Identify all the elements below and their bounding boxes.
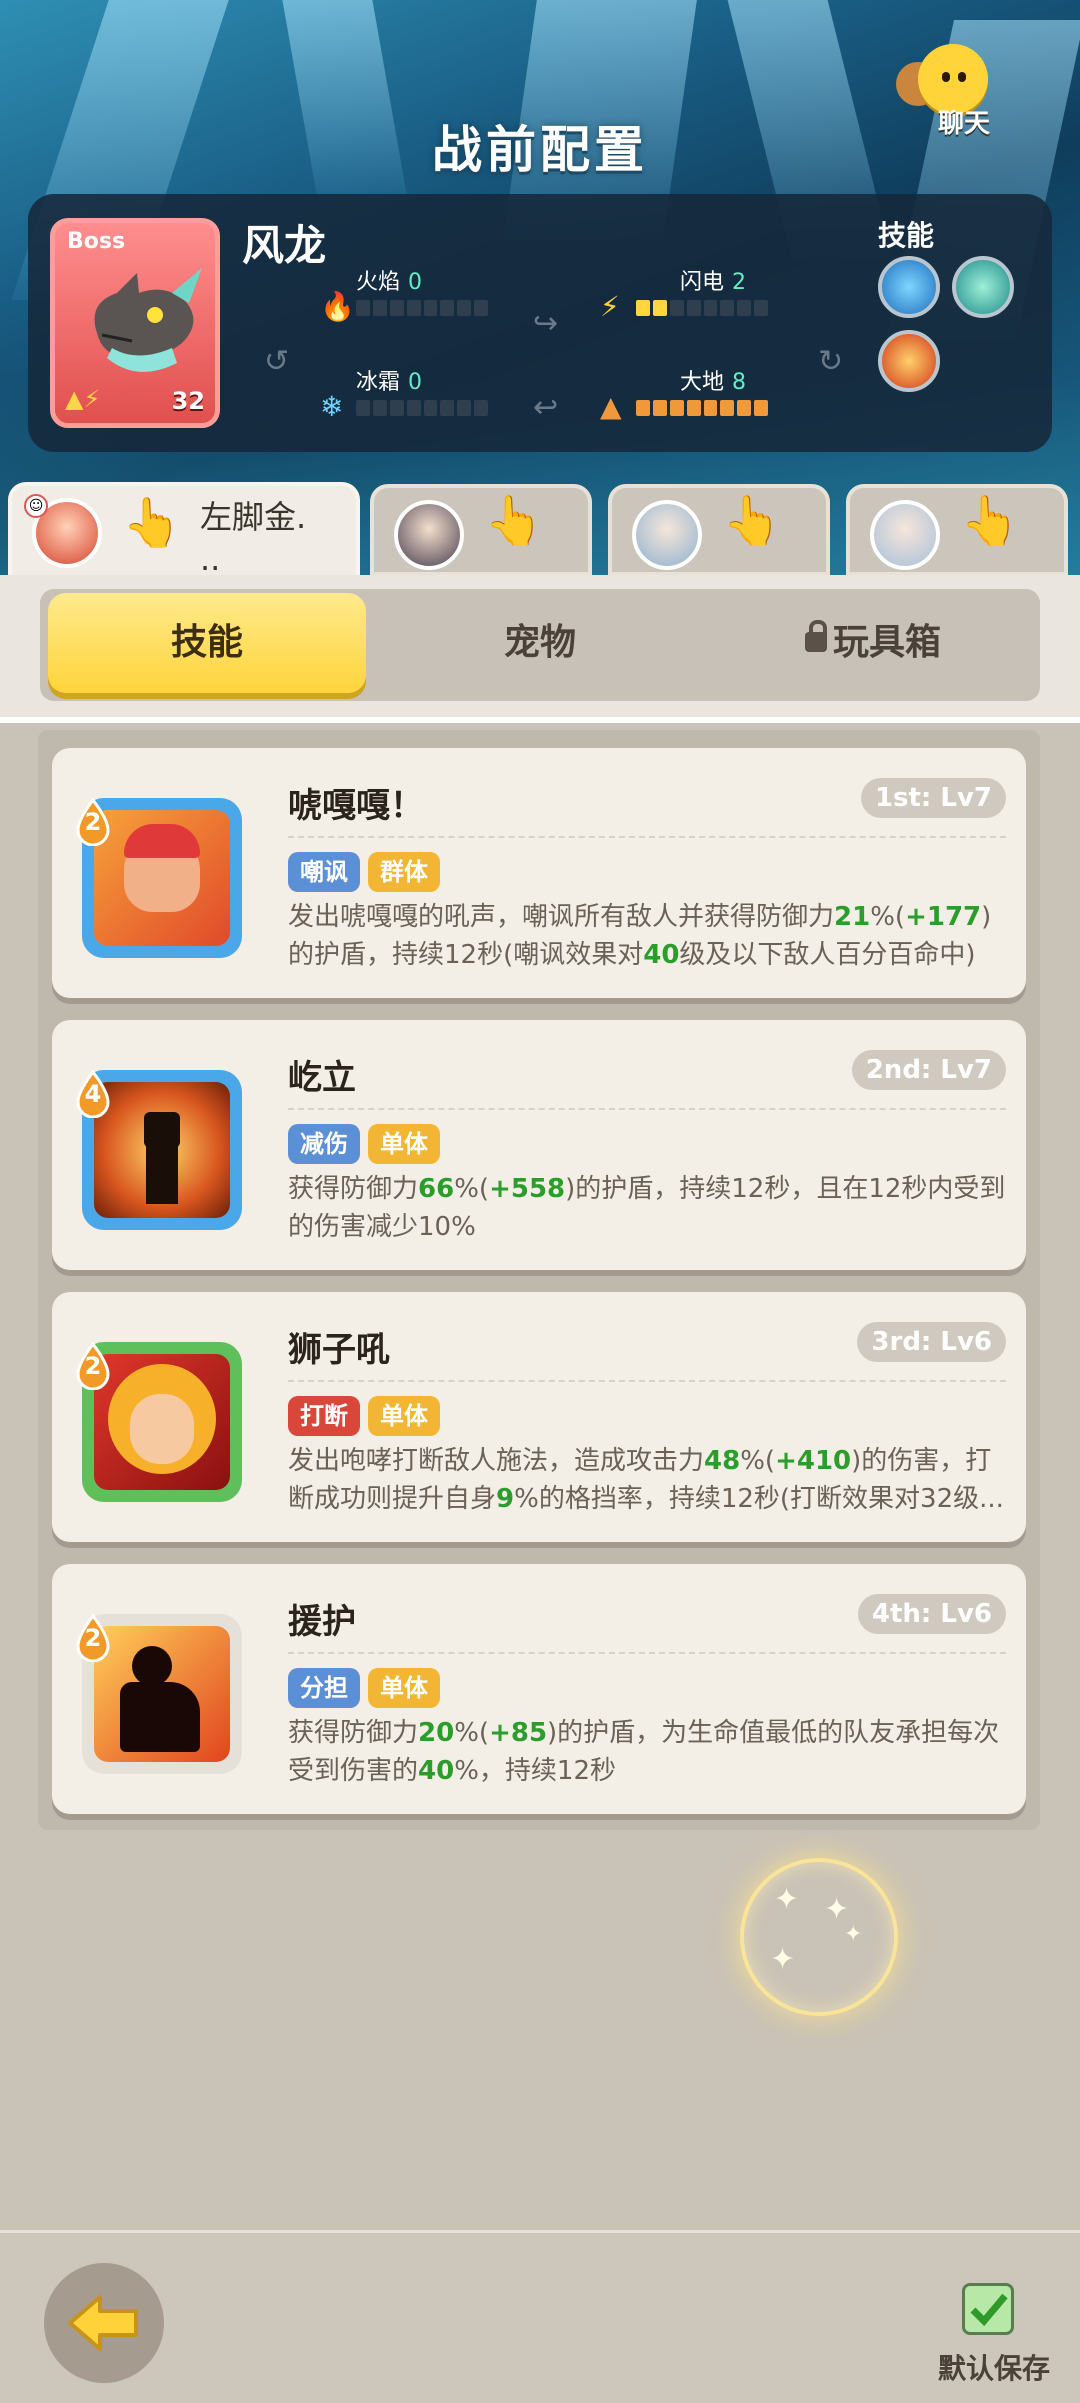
sparkle-effect[interactable]: ✦ ✦ ✦ ✦: [740, 1858, 898, 2016]
skill-tag: 单体: [368, 1124, 440, 1164]
roar-skill-icon: [94, 810, 230, 946]
skill-name: 唬嘎嘎！: [288, 786, 424, 826]
swap-arrow-icon: ↩: [533, 390, 559, 425]
skill-level: 2nd: Lv7: [851, 1050, 1006, 1090]
sparkle-star-icon: ✦: [844, 1922, 863, 1947]
skill-tag: 减伤: [288, 1124, 360, 1164]
skill-cost: 4: [84, 1080, 102, 1108]
tab-pet[interactable]: 宠物: [381, 593, 699, 693]
skill-card-1[interactable]: 2 唬嘎嘎！ 1st: Lv7 嘲讽 群体 发出唬嘎嘎的吼声，嘲讽所有敌人并获得…: [52, 748, 1026, 998]
boss-element-icons: ▲⚡: [65, 385, 101, 413]
tap-hand-icon: 👆: [722, 493, 782, 549]
chat-label: 聊天: [937, 109, 990, 139]
stat-fire-label: 火焰: [356, 270, 401, 295]
stat-earth-bar: [636, 400, 768, 416]
default-save-label: 默认保存: [937, 2352, 1050, 2385]
skill-card-3[interactable]: 2 狮子吼 3rd: Lv6 打断 单体 发出咆哮打断敌人施法，造成攻击力48%…: [52, 1292, 1026, 1542]
snowflake-icon: ❄: [320, 390, 344, 423]
skill-name: 狮子吼: [288, 1330, 390, 1370]
skill-cost: 2: [84, 1352, 102, 1380]
stat-fire-bar: [356, 300, 488, 316]
ice-skill-icon[interactable]: [878, 256, 940, 318]
stat-frost-bar: [356, 400, 488, 416]
stat-earth-label: 大地: [680, 370, 725, 395]
skill-list: 2 唬嘎嘎！ 1st: Lv7 嘲讽 群体 发出唬嘎嘎的吼声，嘲讽所有敌人并获得…: [38, 730, 1040, 1830]
protect-skill-icon: [94, 1626, 230, 1762]
wind-skill-icon[interactable]: [952, 256, 1014, 318]
skill-tag: 分担: [288, 1668, 360, 1708]
tab-skill[interactable]: 技能: [48, 593, 366, 693]
skill-level: 3rd: Lv6: [857, 1322, 1006, 1362]
hero-tab-2[interactable]: 👆: [370, 484, 592, 576]
lightning-icon: ⚡: [600, 290, 620, 323]
skill-name: 屹立: [288, 1058, 356, 1098]
skill-tag: 单体: [368, 1396, 440, 1436]
boss-skills-label: 技能: [877, 219, 934, 252]
tab-toybox-label: 玩具箱: [832, 622, 941, 663]
swap-arrow-icon: ↺: [264, 344, 290, 379]
stat-frost-label: 冰霜: [356, 370, 401, 395]
stand-firm-skill-icon: [94, 1082, 230, 1218]
skill-card-4[interactable]: 2 援护 4th: Lv6 分担 单体 获得防御力20%(+85)的护盾，为生命…: [52, 1564, 1026, 1814]
swap-arrow-icon: ↻: [818, 344, 844, 379]
skill-level: 1st: Lv7: [860, 778, 1006, 818]
skill-tag: 群体: [368, 852, 440, 892]
default-save-checkbox[interactable]: [962, 2283, 1014, 2335]
tap-hand-icon: 👆: [484, 493, 544, 549]
skill-description: 获得防御力66%(+558)的护盾，持续12秒，且在12秒内受到的伤害减少10%: [288, 1174, 1006, 1242]
hero-class-badge-icon: ☺: [24, 494, 48, 518]
skill-description: 发出咆哮打断敌人施法，造成攻击力48%(+410)的伤害，打断成功则提升自身9%…: [288, 1446, 1004, 1514]
skill-cost: 2: [84, 1624, 102, 1652]
boss-info-panel: Boss ▲⚡ 32 风龙 🔥 火焰 0 ⚡ 闪电 2 ❄ 冰霜 0 ▲ 大地 8 ↪ …: [28, 194, 1052, 452]
back-arrow-icon: [68, 2295, 138, 2351]
skill-tag: 打断: [288, 1396, 360, 1436]
tap-hand-icon: 👆: [960, 493, 1020, 549]
hero-avatar: [632, 500, 702, 570]
dragon-portrait-icon: [94, 268, 202, 372]
hero-tab-4[interactable]: 👆: [846, 484, 1068, 576]
fire-skill-icon[interactable]: [878, 330, 940, 392]
skill-description: 获得防御力20%(+85)的护盾，为生命值最低的队友承担每次受到伤害的40%，持…: [288, 1718, 1000, 1786]
hero-name: 左脚金. ..: [200, 498, 307, 578]
fire-icon: 🔥: [320, 290, 355, 323]
skill-tag: 嘲讽: [288, 852, 360, 892]
swap-arrow-icon: ↪: [533, 306, 559, 341]
boss-tag: Boss: [67, 229, 126, 254]
chat-button[interactable]: 聊天: [884, 44, 1004, 144]
hero-tab-1[interactable]: ☺ 👆 左脚金. ..: [8, 482, 360, 582]
stat-lightning-bar: [636, 300, 768, 316]
stat-frost-value: 0: [408, 370, 423, 395]
stat-lightning-value: 2: [732, 270, 747, 295]
hero-avatar: [870, 500, 940, 570]
hero-avatar: [394, 500, 464, 570]
category-tab-strip: 技能 宠物 玩具箱: [0, 575, 1080, 723]
boss-portrait-card[interactable]: Boss ▲⚡ 32: [50, 218, 220, 428]
sparkle-star-icon: ✦: [774, 1882, 800, 1917]
skill-card-2[interactable]: 4 屹立 2nd: Lv7 减伤 单体 获得防御力66%(+558)的护盾，持续…: [52, 1020, 1026, 1270]
lion-roar-skill-icon: [94, 1354, 230, 1490]
back-button[interactable]: [44, 2263, 164, 2383]
skill-tag: 单体: [368, 1668, 440, 1708]
tap-hand-icon: 👆: [122, 495, 182, 551]
stat-fire-value: 0: [408, 270, 423, 295]
boss-name: 风龙: [242, 221, 327, 270]
hero-tab-3[interactable]: 👆: [608, 484, 830, 576]
mountain-icon: ▲: [600, 390, 622, 423]
skill-level: 4th: Lv6: [857, 1594, 1006, 1634]
stat-lightning-label: 闪电: [680, 270, 725, 295]
checkmark-icon: [970, 2293, 1008, 2327]
lock-icon: [804, 620, 827, 652]
bottom-bar: 默认保存: [0, 2230, 1080, 2403]
stat-earth-value: 8: [732, 370, 747, 395]
tab-toybox[interactable]: 玩具箱: [714, 593, 1032, 693]
skill-description: 发出唬嘎嘎的吼声，嘲讽所有敌人并获得防御力21%(+177)的护盾，持续12秒(…: [288, 902, 992, 970]
sparkle-star-icon: ✦: [770, 1942, 796, 1977]
boss-level: 32: [171, 387, 205, 415]
skill-cost: 2: [84, 808, 102, 836]
skill-name: 援护: [288, 1602, 356, 1642]
